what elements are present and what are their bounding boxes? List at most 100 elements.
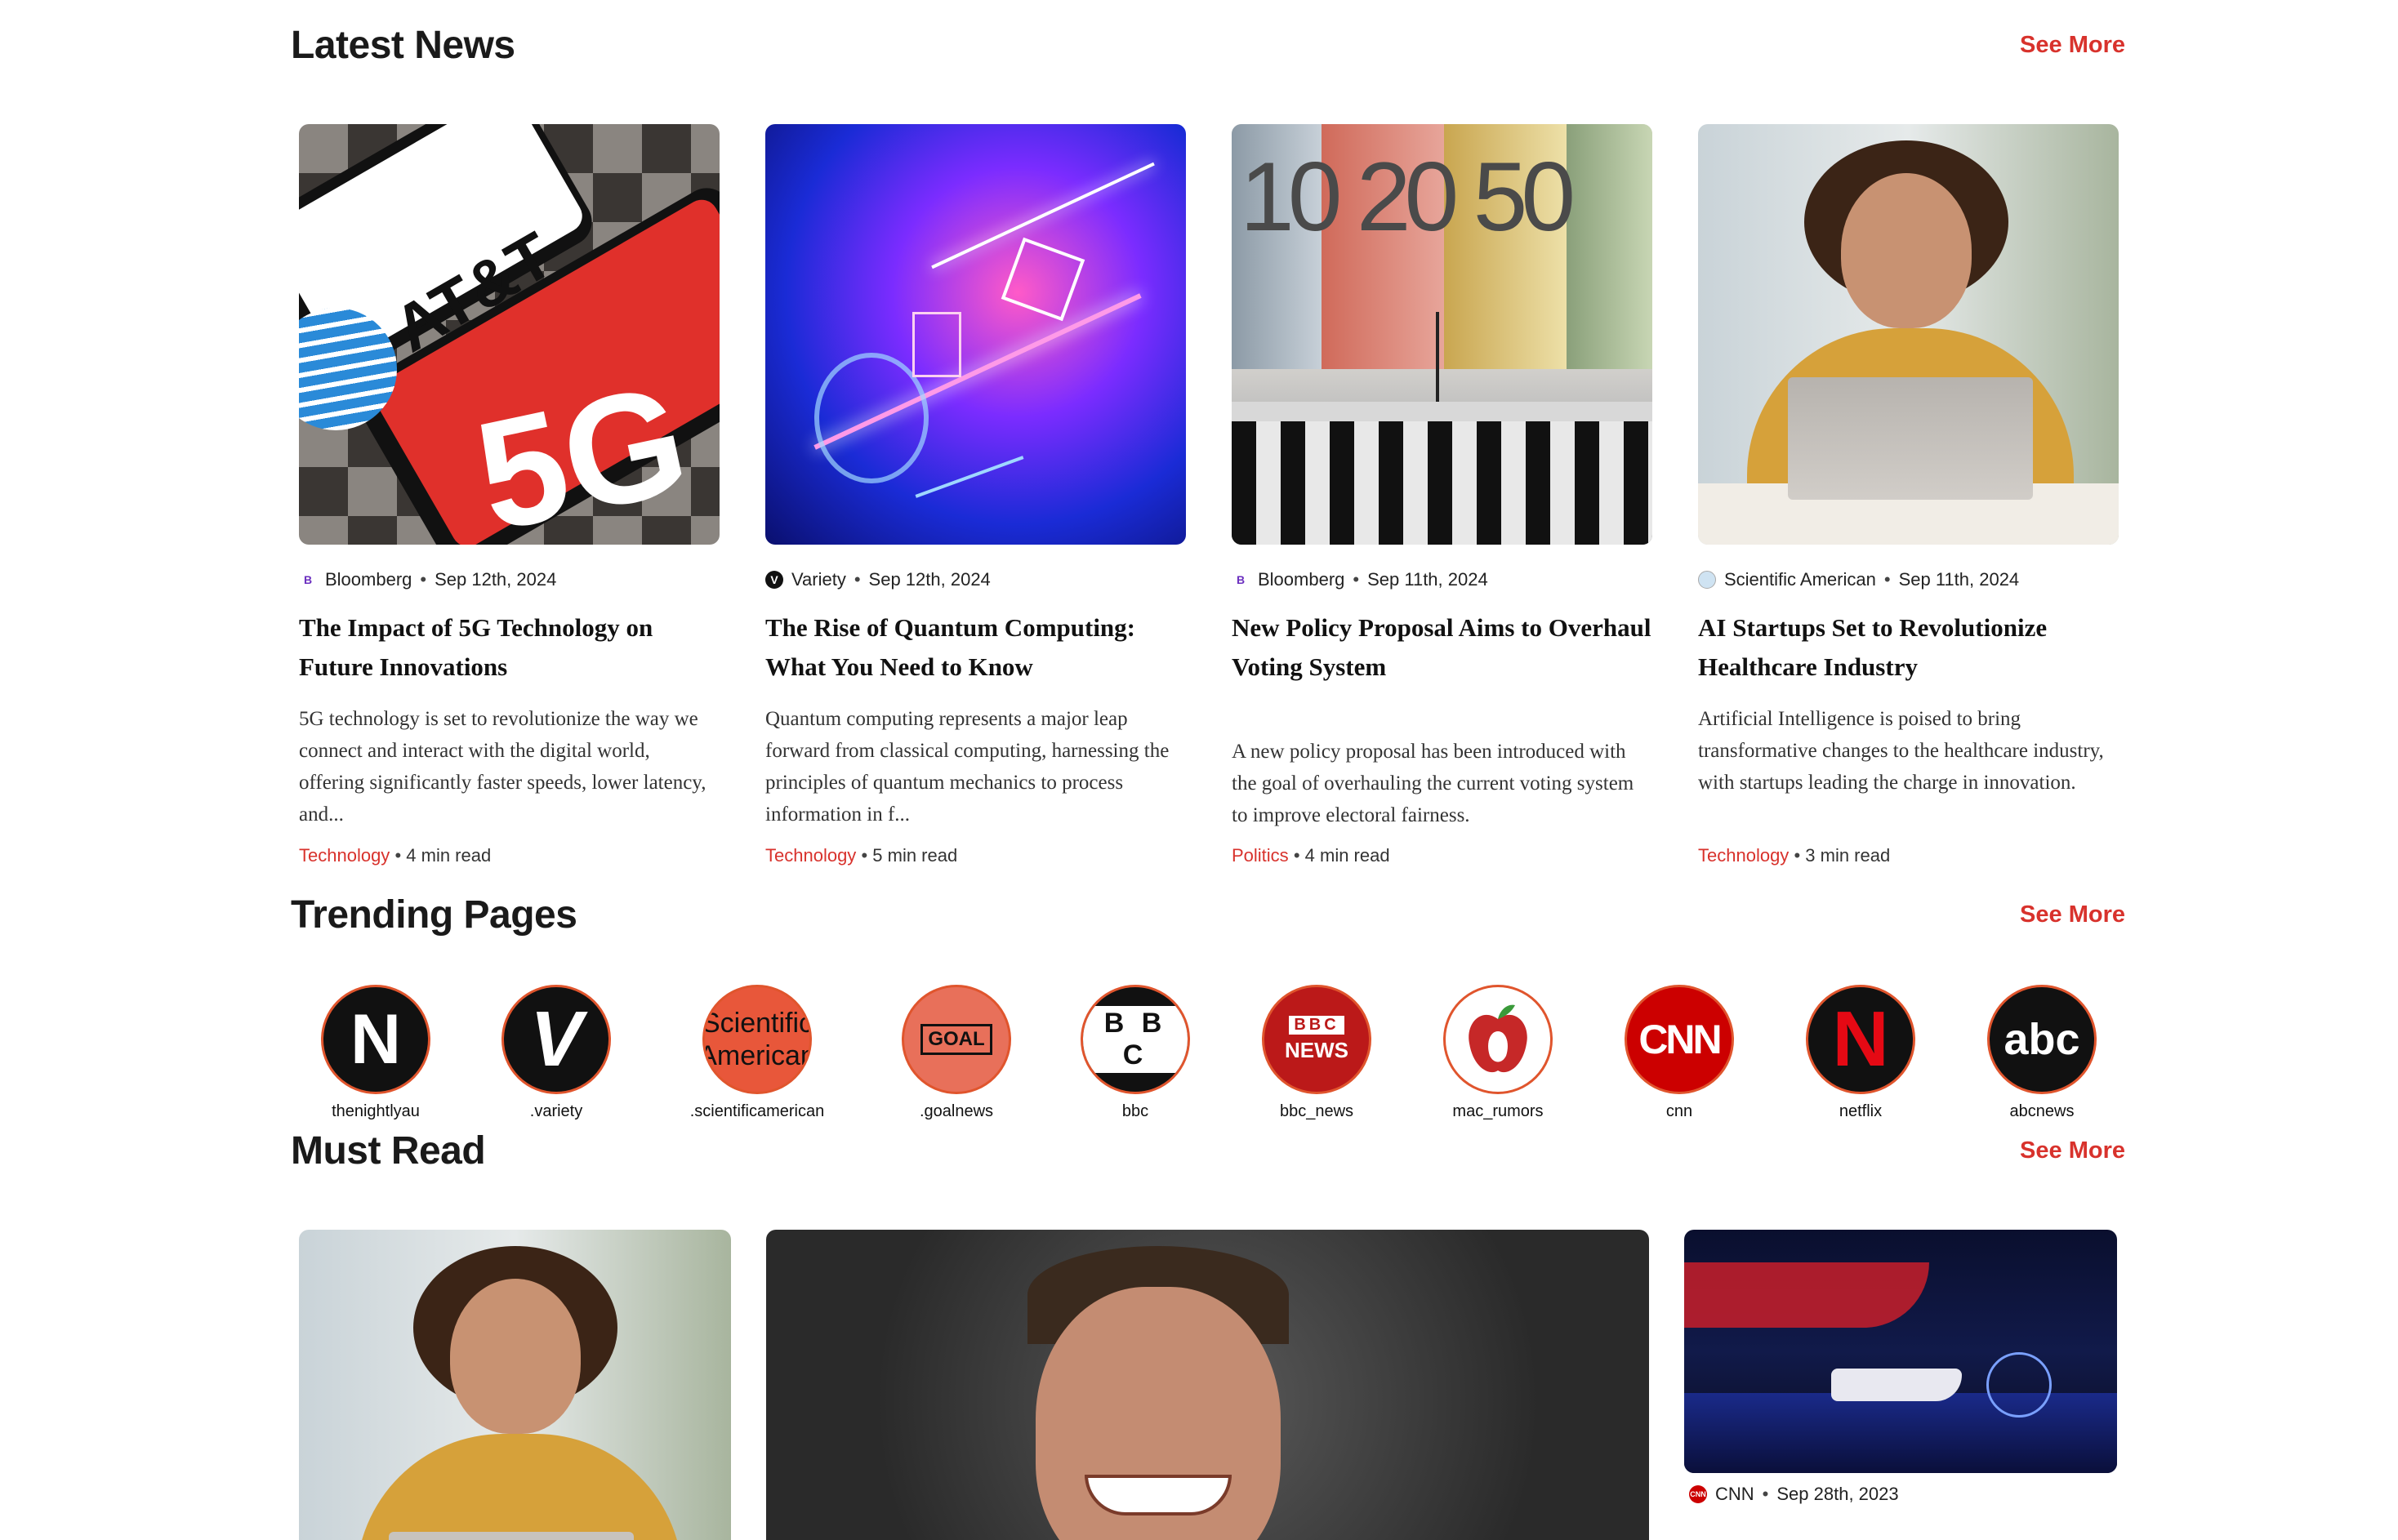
scientific-american-logo[interactable]: Scientific American bbox=[702, 985, 812, 1094]
trending-page-cnn[interactable]: CNN cnn bbox=[1606, 985, 1753, 1121]
latest-news-title: Latest News bbox=[291, 24, 515, 67]
trending-page-mac_rumors[interactable]: mac_rumors bbox=[1424, 985, 1571, 1121]
goal-logo[interactable]: GOAL bbox=[902, 985, 1011, 1094]
trending-page-bbc[interactable]: B B C bbc bbox=[1062, 985, 1209, 1121]
news-date: Sep 11th, 2024 bbox=[1367, 569, 1488, 590]
news-title[interactable]: The Impact of 5G Technology on Future In… bbox=[299, 608, 720, 687]
separator-dot: • bbox=[394, 845, 407, 866]
news-footer: Technology • 4 min read bbox=[299, 845, 720, 866]
bloomberg-icon: B bbox=[299, 571, 317, 589]
bbc-logo-text: B B C bbox=[1083, 1006, 1188, 1073]
trending-label[interactable]: bbc bbox=[1062, 1102, 1209, 1121]
trending-label[interactable]: bbc_news bbox=[1243, 1102, 1390, 1121]
scientific-american-icon bbox=[1698, 571, 1716, 589]
trending-label[interactable]: .variety bbox=[483, 1102, 630, 1121]
trending-label[interactable]: mac_rumors bbox=[1424, 1102, 1571, 1121]
bbc-news-logo-top: BBC bbox=[1289, 1016, 1344, 1035]
must-read-see-more-link[interactable]: See More bbox=[2020, 1137, 2125, 1164]
bbc-news-logo-bottom: NEWS bbox=[1285, 1038, 1348, 1062]
news-source[interactable]: Bloomberg bbox=[1258, 569, 1344, 590]
trending-see-more-link[interactable]: See More bbox=[2020, 901, 2125, 928]
news-card[interactable]: AT&T 5G B Bloomberg • Sep 12th, 2024 The… bbox=[299, 124, 720, 866]
separator-dot: • bbox=[1883, 569, 1891, 590]
trending-label[interactable]: .goalnews bbox=[883, 1102, 1030, 1121]
cnn-logo-text: CNN bbox=[1638, 1017, 1722, 1062]
news-category[interactable]: Technology bbox=[765, 845, 856, 866]
news-card[interactable]: V Variety • Sep 12th, 2024 The Rise of Q… bbox=[765, 124, 1186, 866]
trending-page-abcnews[interactable]: abc abcnews bbox=[1968, 985, 2115, 1121]
news-meta: B Bloomberg • Sep 11th, 2024 bbox=[1232, 569, 1652, 590]
trending-page-goalnews[interactable]: GOAL .goalnews bbox=[883, 985, 1030, 1121]
news-title[interactable]: New Policy Proposal Aims to Overhaul Vot… bbox=[1232, 608, 1652, 687]
news-image-text: 10 20 50 bbox=[1240, 142, 1576, 251]
cnn-logo[interactable]: CNN bbox=[1625, 985, 1734, 1094]
news-source[interactable]: Scientific American bbox=[1724, 569, 1876, 590]
abc-logo[interactable]: abc bbox=[1987, 985, 2097, 1094]
news-category[interactable]: Technology bbox=[1698, 845, 1789, 866]
news-read-time: 3 min read bbox=[1805, 845, 1891, 866]
news-source[interactable]: Bloomberg bbox=[325, 569, 412, 590]
separator-dot: • bbox=[861, 845, 873, 866]
trending-label[interactable]: netflix bbox=[1787, 1102, 1934, 1121]
latest-see-more-link[interactable]: See More bbox=[2020, 32, 2125, 59]
news-source[interactable]: Variety bbox=[791, 569, 846, 590]
thenightly-logo[interactable]: N bbox=[321, 985, 430, 1094]
news-title[interactable]: AI Startups Set to Revolutionize Healthc… bbox=[1698, 608, 2119, 687]
bloomberg-icon: B bbox=[1232, 571, 1250, 589]
news-image[interactable]: 10 20 50 bbox=[1232, 124, 1652, 545]
abc-logo-text: abc bbox=[2004, 1015, 2080, 1064]
news-image[interactable]: AT&T 5G bbox=[299, 124, 720, 545]
news-meta: B Bloomberg • Sep 12th, 2024 bbox=[299, 569, 720, 590]
must-read-side-source[interactable]: CNN bbox=[1715, 1484, 1754, 1505]
news-date: Sep 11th, 2024 bbox=[1898, 569, 2020, 590]
news-category[interactable]: Politics bbox=[1232, 845, 1289, 866]
news-read-time: 4 min read bbox=[1304, 845, 1390, 866]
apple-icon bbox=[1469, 1004, 1527, 1073]
variety-logo[interactable]: V bbox=[501, 985, 611, 1094]
news-date: Sep 12th, 2024 bbox=[435, 569, 557, 590]
must-read-image-left[interactable] bbox=[299, 1230, 731, 1540]
macrumors-logo[interactable] bbox=[1443, 985, 1553, 1094]
trending-label[interactable]: .scientificamerican bbox=[684, 1102, 831, 1121]
cnn-icon: CNN bbox=[1689, 1485, 1707, 1503]
trending-label[interactable]: cnn bbox=[1606, 1102, 1753, 1121]
news-card[interactable]: Scientific American • Sep 11th, 2024 AI … bbox=[1698, 124, 2119, 866]
news-footer: Technology • 3 min read bbox=[1698, 845, 2119, 866]
bbc-logo[interactable]: B B C bbox=[1081, 985, 1190, 1094]
must-read-image-side[interactable] bbox=[1684, 1230, 2117, 1473]
news-description: Quantum computing represents a major lea… bbox=[765, 708, 1170, 826]
must-read-side-meta: CNN CNN • Sep 28th, 2023 bbox=[1689, 1484, 1899, 1505]
trending-title: Trending Pages bbox=[291, 893, 577, 937]
must-read-image-main[interactable] bbox=[766, 1230, 1649, 1540]
news-read-time: 5 min read bbox=[872, 845, 958, 866]
trending-page-netflix[interactable]: N netflix bbox=[1787, 985, 1934, 1121]
news-description: A new policy proposal has been introduce… bbox=[1232, 741, 1634, 826]
must-read-side-date: Sep 28th, 2023 bbox=[1776, 1484, 1899, 1504]
trending-page-scientificamerican[interactable]: Scientific American .scientificamerican bbox=[684, 985, 831, 1121]
thenightly-logo-text: N bbox=[350, 999, 402, 1079]
trending-page-thenightlyau[interactable]: N thenightlyau bbox=[302, 985, 449, 1121]
trending-page-bbc_news[interactable]: BBC NEWS bbc_news bbox=[1243, 985, 1390, 1121]
netflix-logo[interactable]: N bbox=[1806, 985, 1915, 1094]
news-category[interactable]: Technology bbox=[299, 845, 390, 866]
news-read-time: 4 min read bbox=[406, 845, 492, 866]
separator-dot: • bbox=[1762, 1484, 1769, 1504]
news-image[interactable] bbox=[765, 124, 1186, 545]
news-description: 5G technology is set to revolutionize th… bbox=[299, 708, 706, 826]
news-meta: Scientific American • Sep 11th, 2024 bbox=[1698, 569, 2119, 590]
latest-news-header: Latest News See More bbox=[291, 23, 2125, 68]
trending-label[interactable]: abcnews bbox=[1968, 1102, 2115, 1121]
scientific-american-logo-text: Scientific American bbox=[702, 1008, 812, 1071]
news-image[interactable] bbox=[1698, 124, 2119, 545]
separator-dot: • bbox=[1293, 845, 1305, 866]
netflix-logo-text: N bbox=[1832, 995, 1889, 1083]
variety-icon: V bbox=[765, 571, 783, 589]
must-read-header: Must Read See More bbox=[291, 1128, 2125, 1173]
trending-page-variety[interactable]: V .variety bbox=[483, 985, 630, 1121]
news-footer: Politics • 4 min read bbox=[1232, 845, 1652, 866]
separator-dot: • bbox=[854, 569, 861, 590]
bbc-news-logo[interactable]: BBC NEWS bbox=[1262, 985, 1371, 1094]
news-title[interactable]: The Rise of Quantum Computing: What You … bbox=[765, 608, 1186, 687]
trending-label[interactable]: thenightlyau bbox=[302, 1102, 449, 1121]
news-card[interactable]: 10 20 50 B Bloomberg • Sep 11th, 2024 Ne… bbox=[1232, 124, 1652, 866]
